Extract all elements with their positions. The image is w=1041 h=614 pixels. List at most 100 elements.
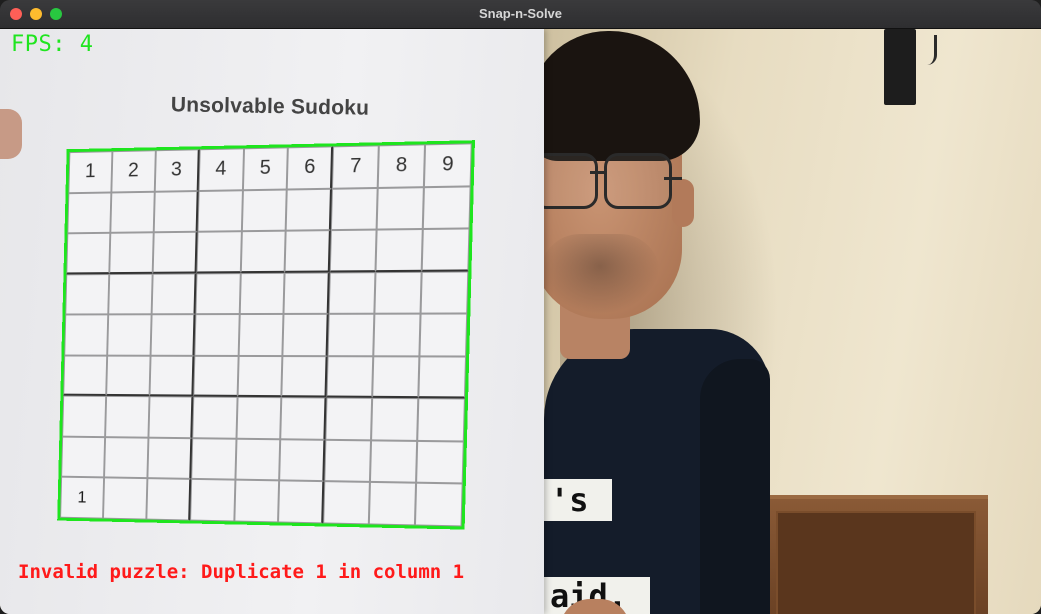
sudoku-cell	[234, 438, 281, 481]
sudoku-cell	[146, 478, 191, 521]
sudoku-cell: 7	[332, 145, 380, 189]
sudoku-cell	[419, 313, 468, 357]
person-shoulder	[700, 359, 770, 614]
glasses-bridge	[590, 171, 606, 174]
sudoku-grid: 1234567891	[57, 140, 475, 530]
fps-counter: FPS: 4	[11, 32, 94, 57]
sudoku-cell	[65, 273, 110, 315]
sudoku-cell	[371, 398, 419, 441]
sudoku-cell	[329, 271, 376, 315]
window-title: Snap-n-Solve	[478, 6, 563, 21]
sudoku-cell	[418, 356, 467, 399]
app-window: Snap-n-Solve 's aid. Unsolvable Sudoku 1…	[0, 0, 1041, 614]
sudoku-cell	[417, 398, 465, 442]
sudoku-cell: 4	[198, 148, 244, 191]
sudoku-cell	[279, 439, 326, 482]
sudoku-cell	[370, 440, 418, 484]
sudoku-cell	[110, 191, 155, 233]
sudoku-cell: 9	[424, 143, 472, 187]
fixture-cable	[914, 35, 937, 65]
sudoku-cell	[151, 273, 197, 315]
sudoku-cell	[102, 477, 148, 520]
sudoku-cell	[324, 439, 372, 483]
error-message: Invalid puzzle: Duplicate 1 in column 1	[18, 561, 465, 583]
sudoku-cell	[63, 355, 108, 397]
sudoku-cell	[236, 397, 282, 440]
sudoku-title: Unsolvable Sudoku	[170, 93, 370, 120]
sudoku-cell	[420, 271, 469, 314]
sudoku-cell	[191, 396, 238, 439]
sudoku-cell	[239, 272, 285, 315]
sudoku-cell	[148, 396, 193, 439]
sudoku-cell	[416, 440, 464, 484]
person-beard	[540, 234, 660, 314]
detected-board-outline: 1234567891	[57, 140, 475, 530]
sudoku-cell	[331, 187, 378, 231]
sudoku-cell: 3	[154, 149, 200, 192]
sudoku-cell	[103, 437, 149, 479]
sudoku-cell	[62, 395, 107, 438]
sudoku-cell	[61, 436, 105, 478]
sudoku-cell	[196, 231, 242, 274]
sudoku-cell	[147, 437, 192, 480]
sudoku-cell	[66, 232, 111, 275]
sudoku-cell	[194, 314, 240, 356]
title-bar: Snap-n-Solve	[0, 0, 1041, 29]
sudoku-cell	[323, 481, 371, 525]
sudoku-cell	[422, 185, 471, 230]
wall-fixture	[884, 29, 916, 105]
sudoku-cell	[278, 480, 325, 524]
holding-finger	[0, 109, 22, 159]
sudoku-cell	[108, 273, 153, 315]
sudoku-cell	[241, 189, 288, 232]
sudoku-cell	[415, 483, 463, 527]
sudoku-cell	[326, 355, 374, 399]
sudoku-cell	[190, 438, 237, 481]
sudoku-cell: 8	[377, 144, 426, 188]
sudoku-cell	[106, 355, 151, 397]
bench-panel	[776, 511, 976, 614]
sudoku-cell: 5	[242, 147, 289, 190]
sudoku-cell	[284, 230, 332, 273]
sudoku-cell	[192, 355, 239, 398]
glasses-right-lens	[604, 153, 672, 209]
sudoku-cell: 2	[111, 150, 156, 193]
sudoku-cell	[107, 314, 152, 356]
sudoku-cell	[369, 482, 417, 526]
sudoku-cell	[286, 188, 333, 231]
sudoku-cell	[374, 271, 422, 314]
sudoku-cell	[64, 314, 109, 356]
shirt-print-top: 's	[544, 479, 612, 521]
sudoku-cell	[376, 186, 425, 230]
sudoku-cell: 6	[287, 146, 334, 190]
sudoku-cell	[373, 313, 421, 357]
sudoku-cell	[325, 397, 373, 441]
camera-feed: 's aid. Unsolvable Sudoku 1234567891 FPS…	[0, 29, 1041, 614]
sudoku-cell	[372, 356, 420, 399]
sudoku-cell	[240, 230, 287, 273]
sudoku-cell	[67, 192, 112, 234]
sudoku-cell	[238, 314, 284, 356]
sudoku-cell	[281, 355, 328, 398]
sudoku-cell	[237, 355, 283, 398]
sudoku-cell	[421, 228, 470, 272]
sudoku-cell	[195, 272, 241, 315]
sudoku-cell	[233, 480, 280, 523]
sudoku-cell	[150, 314, 196, 356]
sudoku-cell: 1	[68, 151, 113, 193]
sudoku-cell	[149, 355, 195, 397]
sudoku-cell	[283, 272, 331, 315]
sudoku-cell	[104, 396, 150, 438]
glasses-temple	[664, 177, 682, 180]
sudoku-cell	[330, 229, 377, 273]
sudoku-cell	[109, 232, 154, 274]
sudoku-cell	[153, 190, 199, 233]
sudoku-cell	[327, 313, 375, 357]
sudoku-cell	[375, 229, 423, 272]
sudoku-cell	[189, 479, 235, 522]
sudoku-cell	[197, 189, 243, 232]
sudoku-cell	[282, 314, 330, 356]
sudoku-cell: 1	[60, 477, 104, 519]
sudoku-cell	[280, 397, 327, 440]
paper-sheet: Unsolvable Sudoku 1234567891	[0, 29, 544, 614]
